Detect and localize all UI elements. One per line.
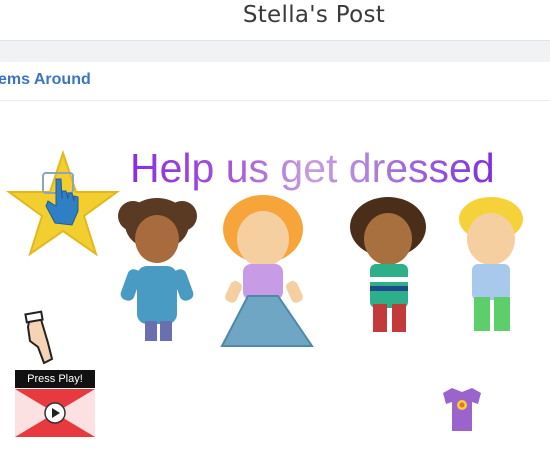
- press-play-label: Press Play!: [15, 370, 95, 388]
- child-figure-1[interactable]: [118, 198, 197, 341]
- video-play-button[interactable]: [15, 389, 95, 437]
- hand-touch-icon[interactable]: [5, 149, 121, 257]
- purple-tshirt-icon[interactable]: [443, 388, 481, 431]
- activity-area: Help us get dressed Press Play!: [0, 101, 550, 461]
- pointing-hand-icon: [24, 310, 54, 365]
- activity-headline: Help us get dressed: [130, 145, 495, 191]
- site-title: Stella's Post: [242, 2, 386, 28]
- child-figure-3[interactable]: [350, 197, 426, 332]
- top-bar: Stella's Post: [0, 0, 550, 40]
- child-figure-2[interactable]: [220, 195, 314, 347]
- header-divider: [0, 40, 550, 63]
- child-figure-4[interactable]: [459, 197, 523, 331]
- nav-strip: ems Around: [0, 62, 550, 101]
- nav-link-items-around[interactable]: ems Around: [0, 71, 91, 89]
